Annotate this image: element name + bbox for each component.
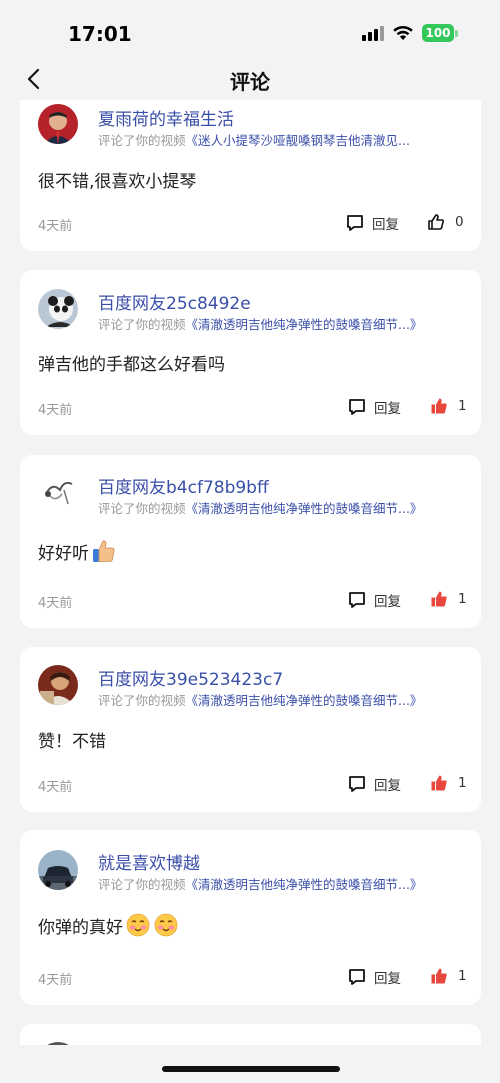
video-reference: 评论了你的视频《清澈透明吉他纯净弹性的鼓嗓音细节...》 — [98, 874, 468, 893]
thumbs-up-filled-icon — [431, 398, 447, 414]
username-link[interactable]: 就是喜欢博越 — [98, 849, 200, 874]
status-icons: 100 — [362, 24, 458, 42]
battery-level: 100 — [422, 24, 454, 42]
comment-bubble-icon — [349, 592, 365, 608]
like-button[interactable]: 1 — [430, 397, 467, 415]
comment-card — [20, 1024, 481, 1045]
like-count: 0 — [455, 214, 464, 230]
video-link[interactable]: 《清澈透明吉他纯净弹性的鼓嗓音细节...》 — [186, 501, 423, 516]
reply-label: 回复 — [374, 971, 401, 987]
comment-bubble-icon — [349, 399, 365, 415]
video-link[interactable]: 《清澈透明吉他纯净弹性的鼓嗓音细节...》 — [186, 877, 423, 892]
thumbs-up-filled-icon — [431, 591, 447, 607]
comment-card: 百度网友39e523423c7 评论了你的视频《清澈透明吉他纯净弹性的鼓嗓音细节… — [20, 647, 481, 812]
blushing-face-emoji-icon — [126, 913, 150, 937]
comment-time: 4天前 — [38, 973, 73, 988]
like-count: 1 — [458, 775, 467, 791]
comment-card: 就是喜欢博越 评论了你的视频《清澈透明吉他纯净弹性的鼓嗓音细节...》 你弹的真… — [20, 830, 481, 1005]
like-count: 1 — [458, 591, 467, 607]
comment-time: 4天前 — [38, 596, 73, 611]
video-reference-prefix: 评论了你的视频 — [98, 877, 186, 892]
video-reference: 评论了你的视频《清澈透明吉他纯净弹性的鼓嗓音细节...》 — [98, 314, 468, 333]
username-link[interactable]: 百度网友b4cf78b9bff — [98, 473, 269, 498]
comment-time: 4天前 — [38, 403, 73, 418]
thumbs-up-filled-icon — [431, 775, 447, 791]
username-link[interactable]: 百度网友25c8492e — [98, 289, 251, 314]
like-count: 1 — [458, 968, 467, 984]
video-link[interactable]: 《清澈透明吉他纯净弹性的鼓嗓音细节...》 — [186, 317, 423, 332]
cellular-signal-icon — [362, 25, 384, 41]
comment-text: 好好听 — [38, 538, 117, 564]
thumbs-up-emoji-icon — [93, 540, 115, 562]
username-link[interactable]: 夏雨荷的幸福生活 — [98, 105, 234, 130]
home-indicator — [162, 1066, 340, 1072]
reply-label: 回复 — [372, 217, 399, 233]
battery-icon: 100 — [422, 24, 458, 42]
comment-text: 很不错,很喜欢小提琴 — [38, 172, 197, 192]
thumbs-up-outline-icon — [428, 214, 444, 230]
comment-card: 百度网友25c8492e 评论了你的视频《清澈透明吉他纯净弹性的鼓嗓音细节...… — [20, 270, 481, 435]
comment-feed[interactable]: 夏雨荷的幸福生活 评论了你的视频《迷人小提琴沙哑靓嗓钢琴吉他清澈见... 很不错… — [0, 100, 500, 1045]
avatar[interactable] — [38, 104, 78, 144]
nav-bar: 评论 — [0, 60, 500, 100]
thumbs-up-filled-icon — [431, 968, 447, 984]
status-time: 17:01 — [68, 22, 132, 46]
reply-button[interactable]: 回复 — [348, 774, 401, 794]
comment-bubble-icon — [349, 776, 365, 792]
like-count: 1 — [458, 398, 467, 414]
video-reference-prefix: 评论了你的视频 — [98, 501, 186, 516]
page-title: 评论 — [230, 70, 270, 94]
status-bar: 17:01 100 — [0, 0, 500, 60]
video-link[interactable]: 《迷人小提琴沙哑靓嗓钢琴吉他清澈见... — [186, 133, 410, 148]
reply-label: 回复 — [374, 594, 401, 610]
video-reference: 评论了你的视频《清澈透明吉他纯净弹性的鼓嗓音细节...》 — [98, 690, 468, 709]
reply-button[interactable]: 回复 — [348, 590, 401, 610]
like-button[interactable]: 0 — [427, 213, 464, 231]
username-link[interactable]: 百度网友39e523423c7 — [98, 665, 283, 690]
avatar[interactable] — [38, 289, 78, 329]
comment-text: 赞！不错 — [38, 732, 106, 752]
avatar[interactable] — [38, 850, 78, 890]
reply-label: 回复 — [374, 778, 401, 794]
video-reference-prefix: 评论了你的视频 — [98, 693, 186, 708]
comment-text-content: 你弹的真好 — [38, 917, 123, 938]
comment-text: 你弹的真好 — [38, 912, 179, 938]
comment-bubble-icon — [347, 215, 363, 231]
wifi-icon — [392, 25, 414, 41]
like-button[interactable]: 1 — [430, 590, 467, 608]
comment-time: 4天前 — [38, 780, 73, 795]
comment-card: 百度网友b4cf78b9bff 评论了你的视频《清澈透明吉他纯净弹性的鼓嗓音细节… — [20, 455, 481, 628]
comment-text-content: 好好听 — [38, 543, 89, 564]
comment-time: 4天前 — [38, 219, 73, 234]
video-reference: 评论了你的视频《迷人小提琴沙哑靓嗓钢琴吉他清澈见... — [98, 130, 468, 149]
comment-bubble-icon — [349, 969, 365, 985]
avatar[interactable] — [38, 472, 78, 512]
reply-button[interactable]: 回复 — [348, 397, 401, 417]
video-reference: 评论了你的视频《清澈透明吉他纯净弹性的鼓嗓音细节...》 — [98, 498, 468, 517]
like-button[interactable]: 1 — [430, 774, 467, 792]
comment-card: 夏雨荷的幸福生活 评论了你的视频《迷人小提琴沙哑靓嗓钢琴吉他清澈见... 很不错… — [20, 100, 481, 251]
video-reference-prefix: 评论了你的视频 — [98, 317, 186, 332]
avatar[interactable] — [38, 1042, 78, 1045]
blushing-face-emoji-icon — [154, 913, 178, 937]
avatar[interactable] — [38, 665, 78, 705]
reply-button[interactable]: 回复 — [348, 967, 401, 987]
like-button[interactable]: 1 — [430, 967, 467, 985]
comment-text: 弹吉他的手都这么好看吗 — [38, 355, 225, 375]
video-reference-prefix: 评论了你的视频 — [98, 133, 186, 148]
reply-label: 回复 — [374, 401, 401, 417]
video-link[interactable]: 《清澈透明吉他纯净弹性的鼓嗓音细节...》 — [186, 693, 423, 708]
reply-button[interactable]: 回复 — [346, 213, 399, 233]
